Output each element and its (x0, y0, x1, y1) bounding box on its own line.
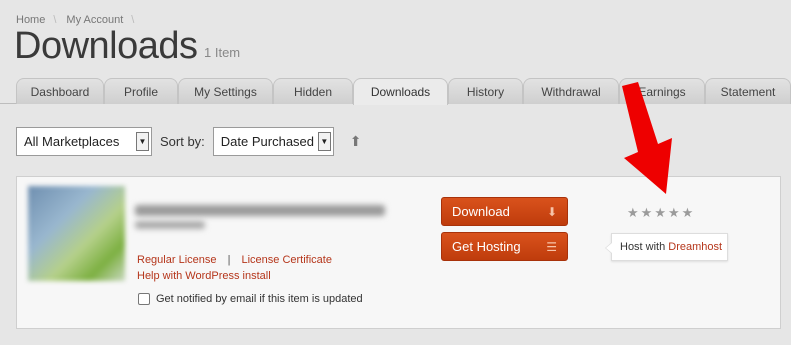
filter-bar: All Marketplaces ▼ Sort by: Date Purchas… (16, 127, 362, 156)
item-title-blurred (135, 205, 385, 216)
page-title: Downloads (14, 25, 198, 67)
item-author-blurred (135, 221, 205, 229)
marketplace-select-value: All Marketplaces (24, 134, 120, 149)
tab-my-settings[interactable]: My Settings (178, 78, 273, 104)
server-icon: ☰ (546, 240, 557, 254)
tab-profile[interactable]: Profile (104, 78, 178, 104)
red-arrow-annotation (622, 82, 672, 194)
license-certificate-link[interactable]: License Certificate (241, 254, 332, 266)
wordpress-help-link[interactable]: Help with WordPress install (137, 268, 332, 284)
sort-select[interactable]: Date Purchased ▼ (212, 127, 334, 156)
item-thumbnail[interactable] (28, 186, 125, 281)
license-links: Regular License | License Certificate He… (137, 252, 332, 284)
red-arrow-shape (622, 82, 672, 194)
regular-license-link[interactable]: Regular License (137, 254, 217, 266)
download-button[interactable]: Download ⬇ (441, 197, 568, 226)
tab-downloads[interactable]: Downloads (353, 78, 448, 105)
item-count: 1 Item (204, 45, 241, 60)
marketplace-select[interactable]: All Marketplaces ▼ (16, 127, 152, 156)
get-hosting-button[interactable]: Get Hosting ☰ (441, 232, 568, 261)
link-separator: | (227, 254, 231, 266)
tooltip-prefix: Host with (620, 241, 666, 253)
download-item: Regular License | License Certificate He… (16, 176, 781, 329)
download-button-label: Download (452, 204, 510, 219)
arrow-up-icon[interactable]: ⬆ (350, 133, 362, 150)
star-icon[interactable]: ★ (627, 205, 639, 221)
get-hosting-button-label: Get Hosting (452, 239, 521, 254)
notify-label: Get notified by email if this item is up… (156, 293, 363, 305)
star-icon[interactable]: ★ (641, 205, 653, 221)
star-icon[interactable]: ★ (654, 205, 666, 221)
hosting-tooltip: Host with Dreamhost (605, 233, 728, 261)
tab-statement[interactable]: Statement (705, 78, 791, 104)
rating-stars[interactable]: ★ ★ ★ ★ ★ (627, 205, 693, 221)
chevron-down-icon: ▼ (136, 132, 149, 151)
notify-checkbox[interactable] (138, 293, 150, 305)
sort-select-value: Date Purchased (220, 134, 315, 149)
dreamhost-link[interactable]: Dreamhost (668, 241, 722, 253)
sort-label: Sort by: (160, 134, 205, 149)
tab-hidden[interactable]: Hidden (273, 78, 353, 104)
notify-option[interactable]: Get notified by email if this item is up… (138, 293, 363, 305)
star-icon[interactable]: ★ (668, 205, 680, 221)
star-icon[interactable]: ★ (682, 205, 694, 221)
tab-dashboard[interactable]: Dashboard (16, 78, 104, 104)
tab-history[interactable]: History (448, 78, 523, 104)
arrow-down-icon: ⬇ (546, 205, 557, 219)
tab-withdrawal[interactable]: Withdrawal (523, 78, 619, 104)
chevron-down-icon: ▼ (317, 132, 331, 151)
